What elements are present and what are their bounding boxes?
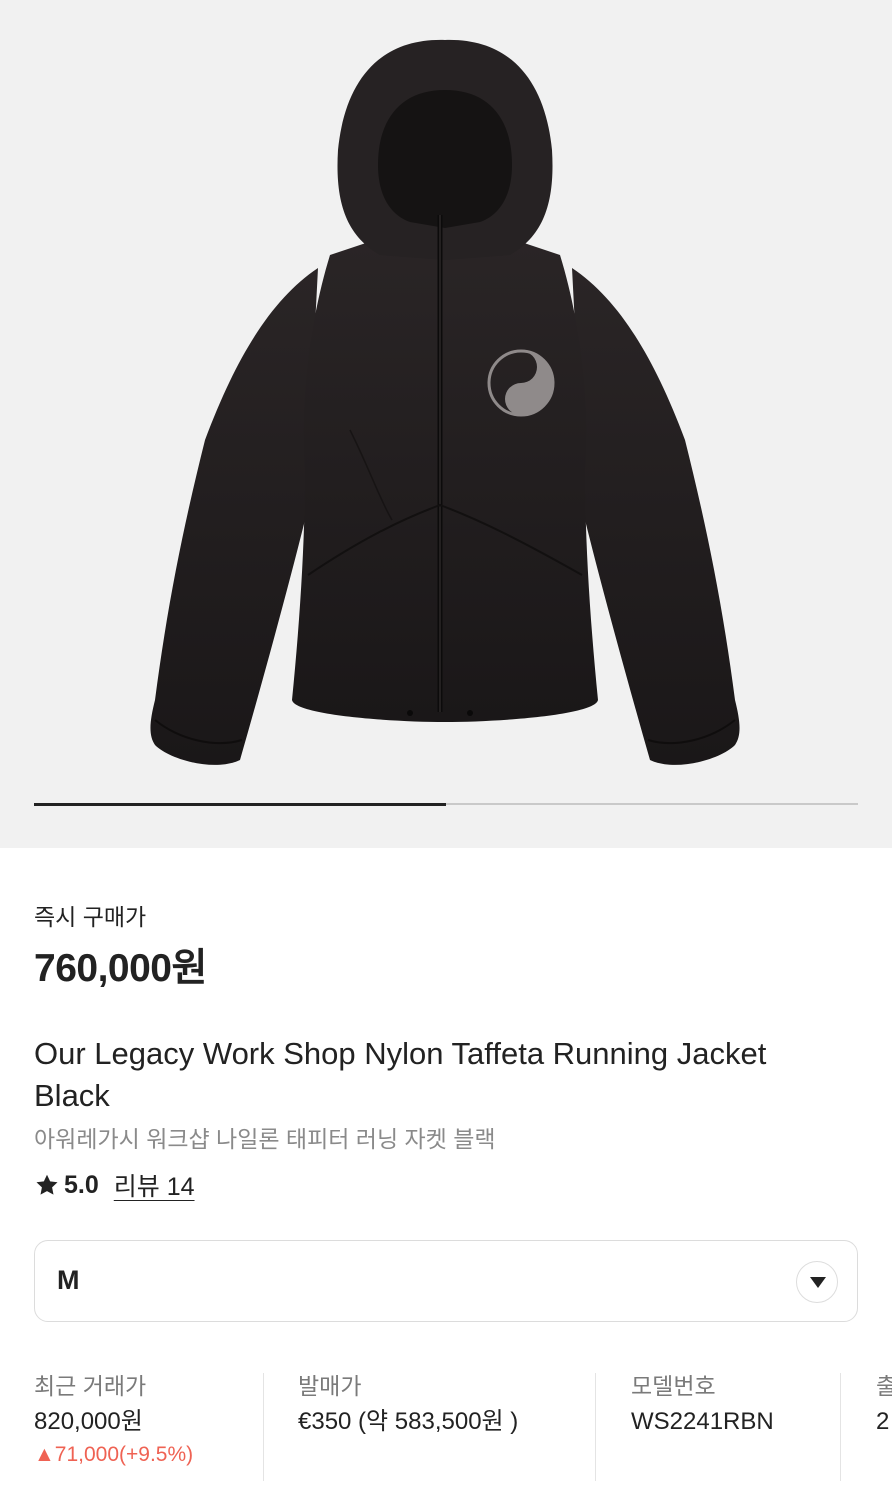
rating-row: 5.0 리뷰 14 <box>34 1168 195 1202</box>
divider <box>263 1373 264 1481</box>
product-price: 760,000원 <box>34 947 207 990</box>
price-label: 즉시 구매가 <box>34 904 147 930</box>
gallery-progress-fill <box>34 802 446 806</box>
product-image <box>150 39 740 765</box>
price-change: ▲71,000(+9.5%) <box>34 1443 194 1466</box>
info-recent-price: 최근 거래가 820,000원 ▲71,000(+9.5%) <box>34 1370 254 1470</box>
info-label: 최근 거래가 <box>34 1373 147 1399</box>
info-value: WS2241RBN <box>631 1408 774 1435</box>
caret-down-icon <box>810 1277 826 1288</box>
info-label: 모델번호 <box>631 1373 716 1399</box>
info-release-price: 발매가 €350 (약 583,500원 ) <box>298 1370 578 1440</box>
info-model-number: 모델번호 WS2241RBN <box>631 1370 831 1440</box>
gallery-progress-track <box>34 802 858 806</box>
info-value: 2 <box>876 1408 890 1435</box>
size-selector[interactable]: M <box>34 1240 858 1322</box>
product-title-ko: 아워레가시 워크샵 나일론 태피터 러닝 자켓 블랙 <box>34 1126 496 1152</box>
rating-value: 5.0 <box>64 1170 99 1199</box>
product-image-gallery[interactable] <box>0 0 892 848</box>
info-label: 출 <box>876 1373 892 1399</box>
info-label: 발매가 <box>298 1373 362 1399</box>
star-icon <box>36 1174 58 1195</box>
info-release-date: 출 2 <box>876 1370 892 1440</box>
info-value: €350 (약 583,500원 ) <box>298 1408 519 1435</box>
divider <box>840 1373 841 1481</box>
selected-size: M <box>57 1265 80 1295</box>
info-value: 820,000원 <box>34 1408 143 1435</box>
divider <box>595 1373 596 1481</box>
product-info-row: 최근 거래가 820,000원 ▲71,000(+9.5%) 발매가 €350 … <box>0 1370 892 1482</box>
review-link[interactable]: 리뷰 14 <box>114 1167 195 1203</box>
product-title-en: Our Legacy Work Shop Nylon Taffeta Runni… <box>34 1036 767 1113</box>
size-dropdown-button[interactable] <box>796 1261 838 1303</box>
